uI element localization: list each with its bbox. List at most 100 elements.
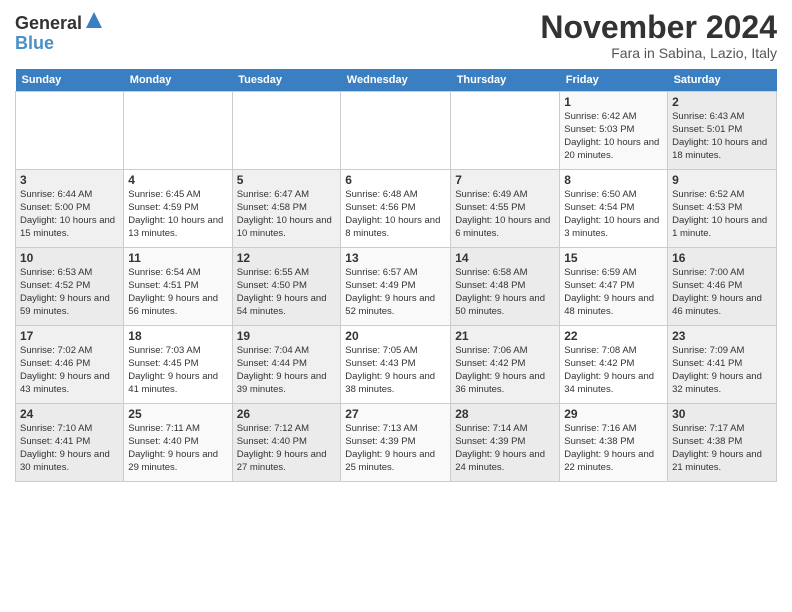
- header: General Blue November 2024 Fara in Sabin…: [15, 10, 777, 61]
- logo-text-blue: Blue: [15, 33, 54, 53]
- calendar-cell: 13 Sunrise: 6:57 AM Sunset: 4:49 PM Dayli…: [341, 248, 451, 326]
- day-info: Sunrise: 6:47 AM Sunset: 4:58 PM Dayligh…: [237, 189, 337, 240]
- logo-icon: [84, 10, 104, 30]
- day-number: 24: [20, 407, 119, 421]
- day-info: Sunrise: 6:59 AM Sunset: 4:47 PM Dayligh…: [564, 267, 663, 318]
- day-info: Sunrise: 7:08 AM Sunset: 4:42 PM Dayligh…: [564, 345, 663, 396]
- day-number: 9: [672, 173, 772, 187]
- day-info: Sunrise: 7:13 AM Sunset: 4:39 PM Dayligh…: [345, 423, 446, 474]
- day-number: 23: [672, 329, 772, 343]
- calendar-cell: 26Sunrise: 7:12 AM Sunset: 4:40 PM Dayli…: [232, 404, 341, 482]
- calendar-cell: 15Sunrise: 6:59 AM Sunset: 4:47 PM Dayli…: [560, 248, 668, 326]
- calendar-cell: 29Sunrise: 7:16 AM Sunset: 4:38 PM Dayli…: [560, 404, 668, 482]
- day-info: Sunrise: 7:05 AM Sunset: 4:43 PM Dayligh…: [345, 345, 446, 396]
- calendar-cell: 7 Sunrise: 6:49 AM Sunset: 4:55 PM Daylig…: [451, 170, 560, 248]
- day-info: Sunrise: 6:44 AM Sunset: 5:00 PM Dayligh…: [20, 189, 119, 240]
- calendar-cell: 28Sunrise: 7:14 AM Sunset: 4:39 PM Dayli…: [451, 404, 560, 482]
- day-number: 21: [455, 329, 555, 343]
- col-monday: Monday: [124, 69, 232, 92]
- day-info: Sunrise: 6:55 AM Sunset: 4:50 PM Dayligh…: [237, 267, 337, 318]
- calendar-cell: [124, 92, 232, 170]
- calendar-cell: 5Sunrise: 6:47 AM Sunset: 4:58 PM Daylig…: [232, 170, 341, 248]
- day-info: Sunrise: 6:57 AM Sunset: 4:49 PM Dayligh…: [345, 267, 446, 318]
- day-info: Sunrise: 6:58 AM Sunset: 4:48 PM Dayligh…: [455, 267, 555, 318]
- day-info: Sunrise: 6:50 AM Sunset: 4:54 PM Dayligh…: [564, 189, 663, 240]
- day-info: Sunrise: 7:17 AM Sunset: 4:38 PM Dayligh…: [672, 423, 772, 474]
- calendar-cell: [341, 92, 451, 170]
- day-number: 7: [455, 173, 555, 187]
- col-saturday: Saturday: [668, 69, 777, 92]
- calendar-cell: 17 Sunrise: 7:02 AM Sunset: 4:46 PM Dayli…: [16, 326, 124, 404]
- day-info: Sunrise: 6:43 AM Sunset: 5:01 PM Dayligh…: [672, 111, 772, 162]
- calendar-cell: 21 Sunrise: 7:06 AM Sunset: 4:42 PM Dayli…: [451, 326, 560, 404]
- calendar-week-0: 1 Sunrise: 6:42 AM Sunset: 5:03 PM Daylig…: [16, 92, 777, 170]
- day-info: Sunrise: 6:49 AM Sunset: 4:55 PM Dayligh…: [455, 189, 555, 240]
- day-number: 13: [345, 251, 446, 265]
- day-info: Sunrise: 7:06 AM Sunset: 4:42 PM Dayligh…: [455, 345, 555, 396]
- calendar-cell: 27Sunrise: 7:13 AM Sunset: 4:39 PM Dayli…: [341, 404, 451, 482]
- day-info: Sunrise: 7:10 AM Sunset: 4:41 PM Dayligh…: [20, 423, 119, 474]
- day-info: Sunrise: 6:54 AM Sunset: 4:51 PM Dayligh…: [128, 267, 227, 318]
- day-number: 14: [455, 251, 555, 265]
- calendar-header: Sunday Monday Tuesday Wednesday Thursday…: [16, 69, 777, 92]
- calendar-cell: 30 Sunrise: 7:17 AM Sunset: 4:38 PM Dayli…: [668, 404, 777, 482]
- day-number: 11: [128, 251, 227, 265]
- logo-text-general: General: [15, 14, 82, 34]
- calendar-cell: 14 Sunrise: 6:58 AM Sunset: 4:48 PM Dayli…: [451, 248, 560, 326]
- subtitle: Fara in Sabina, Lazio, Italy: [540, 45, 777, 61]
- calendar-cell: 16Sunrise: 7:00 AM Sunset: 4:46 PM Dayli…: [668, 248, 777, 326]
- calendar-week-4: 24 Sunrise: 7:10 AM Sunset: 4:41 PM Dayli…: [16, 404, 777, 482]
- calendar-cell: 24 Sunrise: 7:10 AM Sunset: 4:41 PM Dayli…: [16, 404, 124, 482]
- calendar-cell: 25 Sunrise: 7:11 AM Sunset: 4:40 PM Dayli…: [124, 404, 232, 482]
- calendar-cell: 23 Sunrise: 7:09 AM Sunset: 4:41 PM Dayli…: [668, 326, 777, 404]
- calendar-cell: 3Sunrise: 6:44 AM Sunset: 5:00 PM Daylig…: [16, 170, 124, 248]
- day-info: Sunrise: 7:11 AM Sunset: 4:40 PM Dayligh…: [128, 423, 227, 474]
- day-number: 30: [672, 407, 772, 421]
- day-number: 18: [128, 329, 227, 343]
- calendar-cell: [232, 92, 341, 170]
- calendar-cell: 6 Sunrise: 6:48 AM Sunset: 4:56 PM Daylig…: [341, 170, 451, 248]
- col-wednesday: Wednesday: [341, 69, 451, 92]
- col-tuesday: Tuesday: [232, 69, 341, 92]
- day-info: Sunrise: 7:09 AM Sunset: 4:41 PM Dayligh…: [672, 345, 772, 396]
- day-number: 1: [564, 95, 663, 109]
- day-info: Sunrise: 7:04 AM Sunset: 4:44 PM Dayligh…: [237, 345, 337, 396]
- calendar-cell: 18Sunrise: 7:03 AM Sunset: 4:45 PM Dayli…: [124, 326, 232, 404]
- calendar-week-2: 10 Sunrise: 6:53 AM Sunset: 4:52 PM Dayli…: [16, 248, 777, 326]
- calendar-cell: 9 Sunrise: 6:52 AM Sunset: 4:53 PM Daylig…: [668, 170, 777, 248]
- calendar-week-1: 3Sunrise: 6:44 AM Sunset: 5:00 PM Daylig…: [16, 170, 777, 248]
- day-info: Sunrise: 7:00 AM Sunset: 4:46 PM Dayligh…: [672, 267, 772, 318]
- day-number: 2: [672, 95, 772, 109]
- day-number: 26: [237, 407, 337, 421]
- month-title: November 2024: [540, 10, 777, 45]
- day-number: 10: [20, 251, 119, 265]
- calendar-table: Sunday Monday Tuesday Wednesday Thursday…: [15, 69, 777, 482]
- calendar-cell: 12 Sunrise: 6:55 AM Sunset: 4:50 PM Dayli…: [232, 248, 341, 326]
- day-info: Sunrise: 7:16 AM Sunset: 4:38 PM Dayligh…: [564, 423, 663, 474]
- calendar-cell: 10 Sunrise: 6:53 AM Sunset: 4:52 PM Dayli…: [16, 248, 124, 326]
- calendar-body: 1 Sunrise: 6:42 AM Sunset: 5:03 PM Daylig…: [16, 92, 777, 482]
- day-number: 17: [20, 329, 119, 343]
- calendar-week-3: 17 Sunrise: 7:02 AM Sunset: 4:46 PM Dayli…: [16, 326, 777, 404]
- day-info: Sunrise: 6:48 AM Sunset: 4:56 PM Dayligh…: [345, 189, 446, 240]
- calendar-cell: 2 Sunrise: 6:43 AM Sunset: 5:01 PM Daylig…: [668, 92, 777, 170]
- page-container: General Blue November 2024 Fara in Sabin…: [0, 0, 792, 487]
- day-info: Sunrise: 6:53 AM Sunset: 4:52 PM Dayligh…: [20, 267, 119, 318]
- calendar-cell: 19Sunrise: 7:04 AM Sunset: 4:44 PM Dayli…: [232, 326, 341, 404]
- day-info: Sunrise: 6:42 AM Sunset: 5:03 PM Dayligh…: [564, 111, 663, 162]
- day-number: 22: [564, 329, 663, 343]
- header-row: Sunday Monday Tuesday Wednesday Thursday…: [16, 69, 777, 92]
- day-number: 25: [128, 407, 227, 421]
- calendar-cell: 1 Sunrise: 6:42 AM Sunset: 5:03 PM Daylig…: [560, 92, 668, 170]
- calendar-cell: 8Sunrise: 6:50 AM Sunset: 4:54 PM Daylig…: [560, 170, 668, 248]
- day-info: Sunrise: 7:14 AM Sunset: 4:39 PM Dayligh…: [455, 423, 555, 474]
- calendar-cell: 4Sunrise: 6:45 AM Sunset: 4:59 PM Daylig…: [124, 170, 232, 248]
- day-info: Sunrise: 7:02 AM Sunset: 4:46 PM Dayligh…: [20, 345, 119, 396]
- day-number: 12: [237, 251, 337, 265]
- day-info: Sunrise: 6:52 AM Sunset: 4:53 PM Dayligh…: [672, 189, 772, 240]
- day-number: 20: [345, 329, 446, 343]
- day-info: Sunrise: 6:45 AM Sunset: 4:59 PM Dayligh…: [128, 189, 227, 240]
- col-thursday: Thursday: [451, 69, 560, 92]
- calendar-cell: 11 Sunrise: 6:54 AM Sunset: 4:51 PM Dayli…: [124, 248, 232, 326]
- day-number: 6: [345, 173, 446, 187]
